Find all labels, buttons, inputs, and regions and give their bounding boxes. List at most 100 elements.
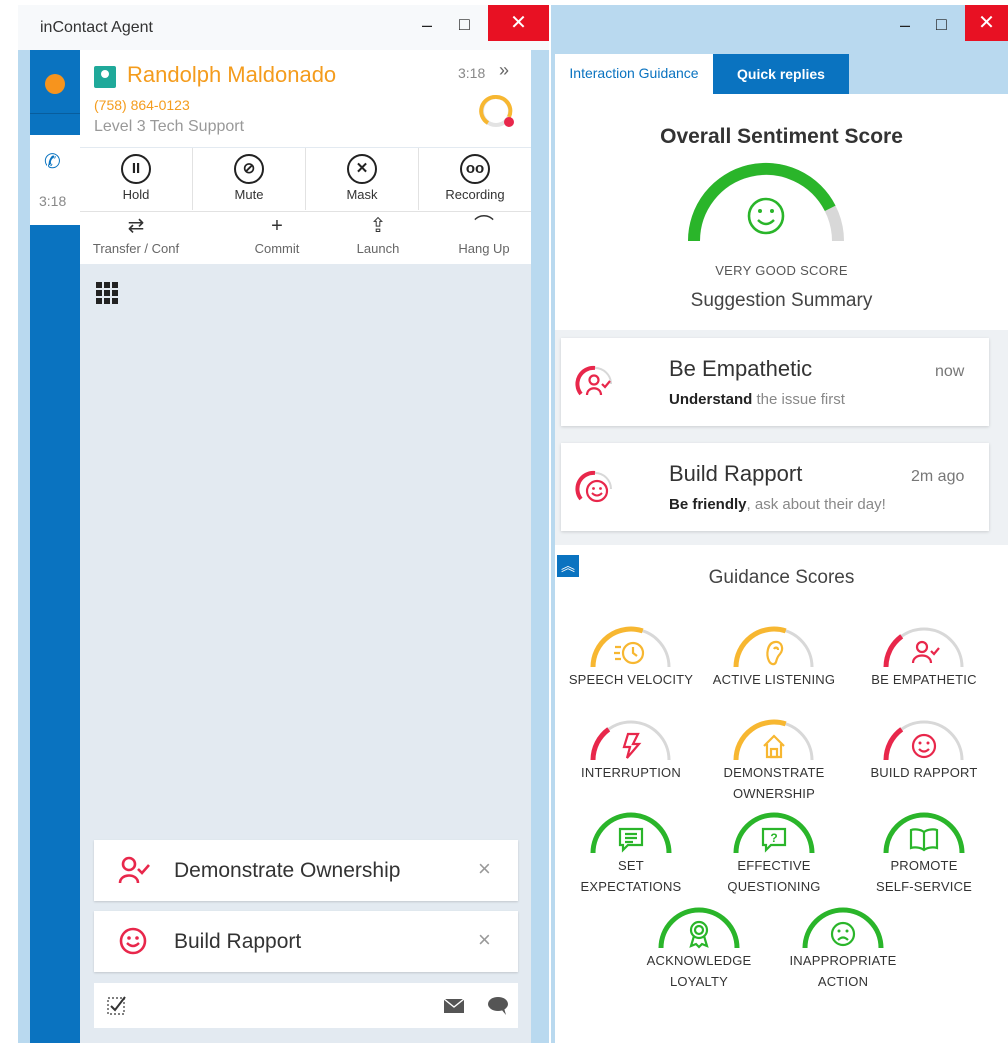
guidance-score-tile[interactable]: DEMONSTRATE OWNERSHIP	[699, 714, 849, 804]
score-gauge	[733, 719, 814, 761]
hold-label: Hold	[122, 187, 150, 202]
score-gauge	[590, 720, 671, 761]
guidance-score-tile[interactable]: INTERRUPTION	[556, 714, 706, 783]
hold-button[interactable]: II Hold	[80, 148, 192, 204]
guidance-score-tile[interactable]: ACKNOWLEDGE LOYALTY	[624, 902, 774, 992]
score-gauge	[883, 720, 964, 761]
score-label: INTERRUPTION	[581, 765, 681, 780]
maximize-button[interactable]: □	[936, 14, 947, 35]
mute-label: Mute	[234, 187, 264, 202]
score-gauge	[658, 907, 740, 949]
list-bubble-icon	[618, 827, 644, 853]
tab-interaction-guidance[interactable]: Interaction Guidance	[555, 54, 713, 94]
transfer-button[interactable]: ⇄ Transfer / Conf	[80, 216, 192, 258]
lightning-icon	[622, 732, 642, 759]
person-check-icon	[118, 856, 150, 884]
contact-phone: (758) 864-0123	[94, 97, 190, 113]
agent-status[interactable]	[30, 50, 80, 114]
suggestion-card[interactable]: Build Rapport ×	[94, 911, 518, 972]
checklist-icon[interactable]	[106, 994, 128, 1016]
score-label: SPEECH VELOCITY	[568, 672, 694, 687]
close-button[interactable]: ✕	[965, 5, 1008, 41]
smile-icon	[119, 927, 147, 955]
mask-button[interactable]: ✕ Mask	[306, 148, 418, 204]
score-gauge	[883, 812, 965, 854]
tab-bar: Interaction Guidance Quick replies	[555, 54, 1008, 94]
left-rail: ✆ 3:18	[30, 50, 80, 1043]
mute-button[interactable]: ⊘ Mute	[193, 148, 305, 204]
launch-label: Launch	[356, 241, 400, 256]
call-tab-time: 3:18	[39, 193, 67, 209]
tab-quick-replies[interactable]: Quick replies	[713, 54, 849, 94]
dismiss-icon[interactable]: ×	[478, 927, 491, 953]
hang-up-label: Hang Up	[458, 241, 510, 256]
tab-bar-filler	[849, 54, 1008, 94]
score-label: EXPECTATIONS	[580, 879, 682, 894]
dialpad-icon[interactable]	[96, 282, 120, 304]
dismiss-icon[interactable]: ×	[478, 856, 491, 882]
guidance-score-tile[interactable]: ACTIVE LISTENING	[699, 621, 849, 690]
score-label: QUESTIONING	[727, 879, 821, 894]
plus-icon: +	[271, 215, 283, 237]
suggestion-label: Build Rapport	[174, 930, 302, 953]
svg-text:?: ?	[770, 831, 777, 845]
minimize-button[interactable]: –	[900, 15, 910, 36]
guidance-score-tile[interactable]: INAPPROPRIATE ACTION	[768, 902, 918, 992]
call-controls: II Hold ⊘ Mute ✕ Mask oo Recording ⇄ Tra…	[80, 148, 531, 264]
recording-label: Recording	[445, 187, 505, 202]
hang-up-icon: ⌒	[474, 215, 494, 237]
guidance-score-tile[interactable]: SPEECH VELOCITY	[556, 621, 706, 690]
score-label: SET	[618, 858, 644, 873]
guidance-score-tile[interactable]: BUILD RAPPORT	[849, 714, 999, 783]
contact-name: Randolph Maldonado	[127, 62, 337, 87]
mask-label: Mask	[346, 187, 378, 202]
guidance-scores-grid: SPEECH VELOCITY ACTIVE LISTENING BE EMPA…	[555, 94, 1008, 1043]
chat-icon[interactable]	[487, 996, 509, 1016]
transfer-icon: ⇄	[127, 215, 145, 237]
suggestion-card[interactable]: Demonstrate Ownership ×	[94, 840, 518, 901]
window-title: inContact Agent	[40, 19, 153, 36]
suggestion-label: Demonstrate Ownership	[174, 859, 401, 882]
title-bar: – □ ✕	[551, 5, 1008, 50]
score-label: INAPPROPRIATE	[789, 953, 897, 968]
launch-button[interactable]: ⇪ Launch	[322, 216, 434, 258]
ear-icon	[766, 640, 784, 666]
close-button[interactable]: ✕	[488, 5, 549, 41]
score-label: PROMOTE	[890, 858, 958, 873]
maximize-button[interactable]: □	[459, 14, 470, 35]
score-label: BE EMPATHETIC	[871, 672, 977, 687]
contact-skill: Level 3 Tech Support	[94, 118, 245, 135]
guidance-content: Overall Sentiment Score VERY GOOD SCORE …	[555, 94, 1008, 1043]
score-label: DEMONSTRATE	[723, 765, 825, 780]
score-label: ACKNOWLEDGE	[646, 953, 752, 968]
score-gauge	[590, 626, 671, 668]
guidance-score-tile[interactable]: BE EMPATHETIC	[849, 621, 999, 690]
score-gauge	[802, 907, 884, 949]
share-icon: ⇪	[369, 215, 387, 237]
ribbon-icon	[689, 920, 709, 949]
expand-icon[interactable]: »	[499, 60, 509, 81]
guidance-score-tile[interactable]: ? EFFECTIVE QUESTIONING	[699, 807, 849, 897]
guidance-score-tile[interactable]: PROMOTE SELF-SERVICE	[849, 807, 999, 897]
smile-icon	[911, 733, 937, 759]
contact-call-time: 3:18	[458, 65, 486, 81]
score-gauge	[883, 627, 964, 668]
house-icon	[763, 734, 785, 759]
score-label: SELF-SERVICE	[875, 879, 973, 894]
frown-icon	[830, 921, 856, 947]
pause-icon: II	[121, 154, 151, 184]
commit-button[interactable]: + Commit	[221, 216, 333, 258]
clock-icon	[614, 641, 645, 665]
minimize-button[interactable]: –	[422, 15, 432, 36]
active-call-tab[interactable]: ✆ 3:18	[30, 135, 80, 225]
call-panel: Randolph Maldonado (758) 864-0123 Level …	[80, 50, 531, 1043]
phone-icon: ✆	[44, 151, 61, 173]
score-label: BUILD RAPPORT	[870, 765, 978, 780]
guidance-window: – □ ✕ Interaction Guidance Quick replies…	[551, 5, 1008, 1043]
guidance-score-tile[interactable]: SET EXPECTATIONS	[556, 807, 706, 897]
hang-up-button[interactable]: ⌒ Hang Up	[428, 216, 540, 258]
contact-avatar-icon	[94, 66, 116, 88]
recording-button[interactable]: oo Recording	[419, 148, 531, 204]
email-icon[interactable]	[444, 999, 464, 1013]
status-dot-icon	[45, 74, 65, 94]
